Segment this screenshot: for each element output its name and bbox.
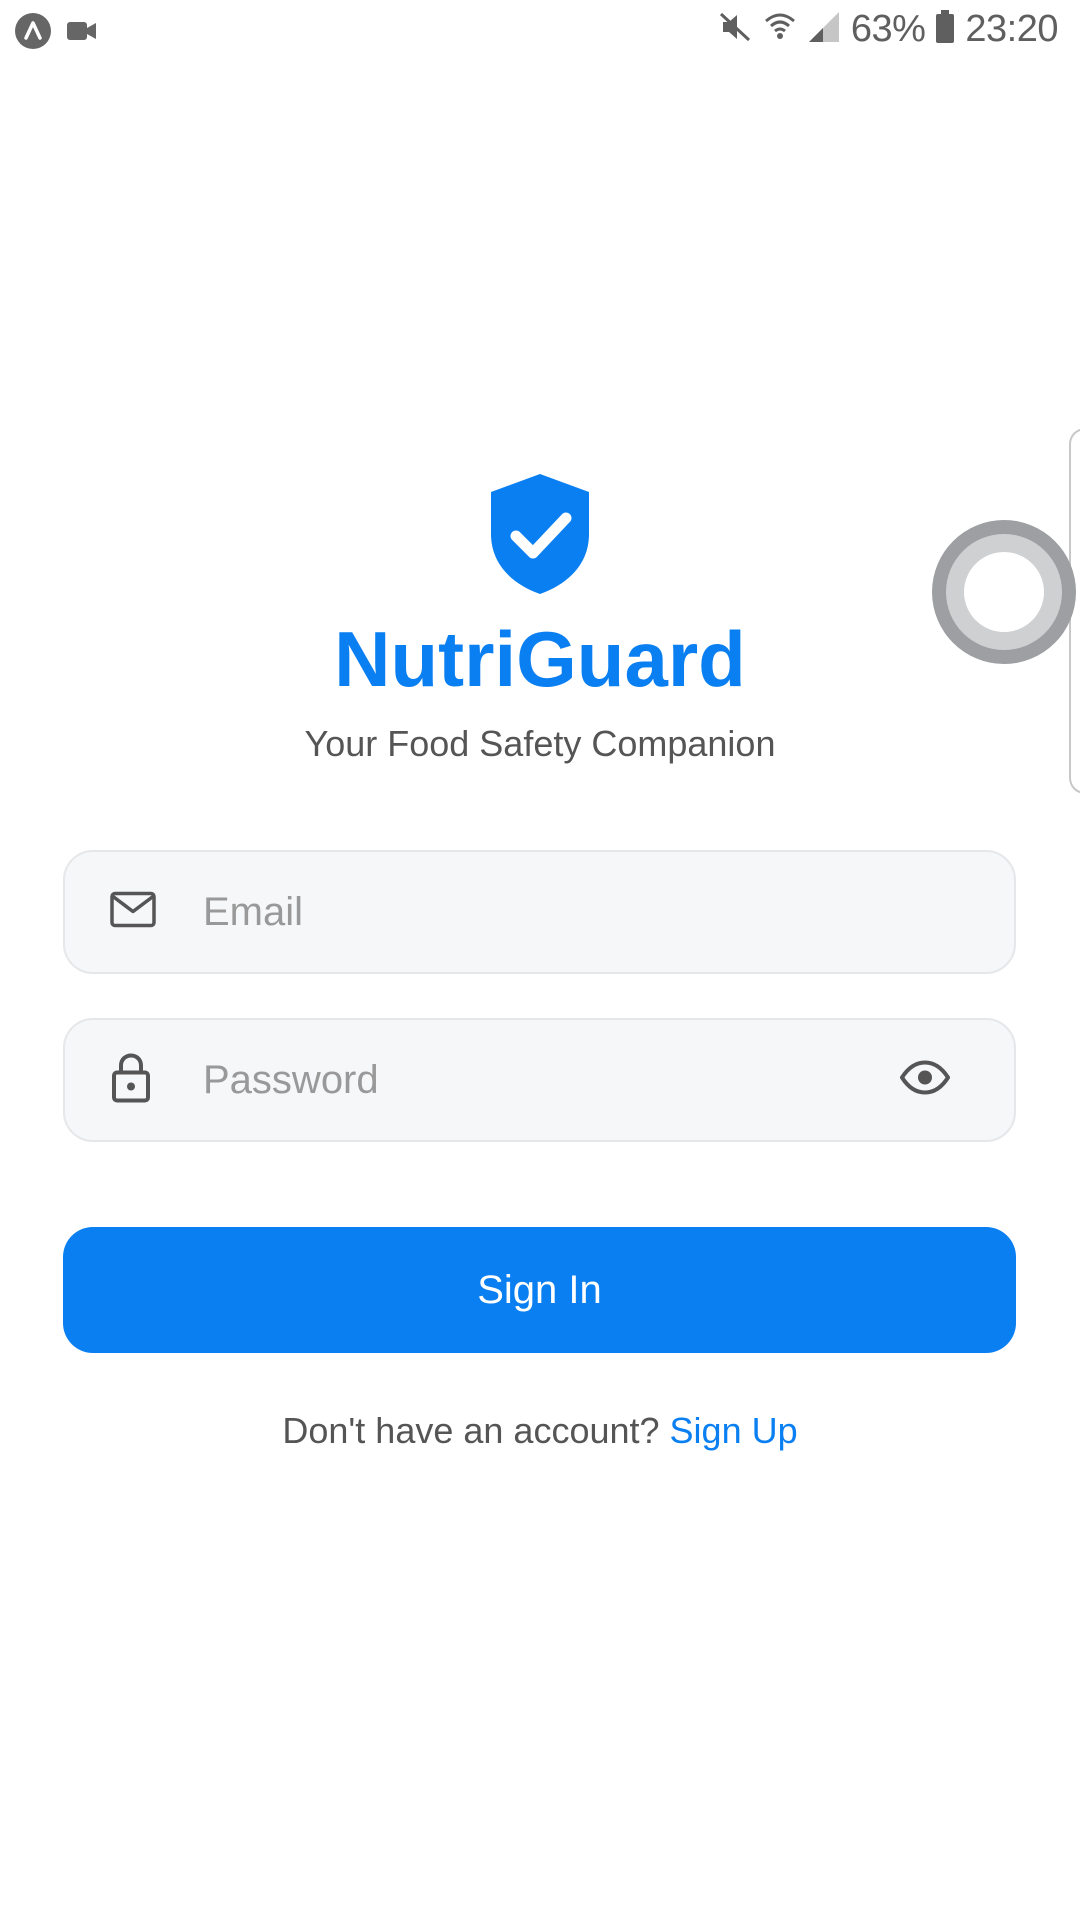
wifi-icon: [763, 9, 797, 50]
video-camera-icon: [66, 20, 98, 47]
battery-icon: [935, 10, 955, 49]
signup-prompt-text: Don't have an account?: [282, 1410, 670, 1451]
status-bar-left: [14, 12, 98, 55]
signal-icon: [807, 10, 841, 49]
lock-icon: [109, 1053, 153, 1108]
mute-icon: [717, 9, 753, 50]
eye-icon[interactable]: [899, 1060, 951, 1100]
status-bar-right: 63% 23:20: [717, 8, 1058, 51]
mail-icon: [109, 890, 157, 935]
app-name: NutriGuard: [334, 615, 746, 703]
sign-in-button[interactable]: Sign In: [63, 1227, 1016, 1353]
shield-check-icon: [491, 474, 589, 594]
email-input[interactable]: [203, 852, 903, 972]
sign-up-link[interactable]: Sign Up: [670, 1410, 798, 1451]
tagline: Your Food Safety Companion: [304, 723, 776, 764]
brand-header: NutriGuard Your Food Safety Companion: [0, 472, 1080, 766]
email-field[interactable]: [63, 850, 1016, 974]
password-field[interactable]: [63, 1018, 1016, 1142]
login-screen: 63% 23:20 NutriGuard Your Food Safety Co…: [0, 0, 1080, 1920]
password-input[interactable]: [203, 1020, 903, 1140]
signup-prompt: Don't have an account? Sign Up: [0, 1410, 1080, 1452]
battery-percent: 63%: [850, 8, 926, 50]
clock: 23:20: [965, 8, 1058, 50]
app-a-icon: [14, 12, 52, 55]
status-bar: 63% 23:20: [0, 0, 1080, 64]
